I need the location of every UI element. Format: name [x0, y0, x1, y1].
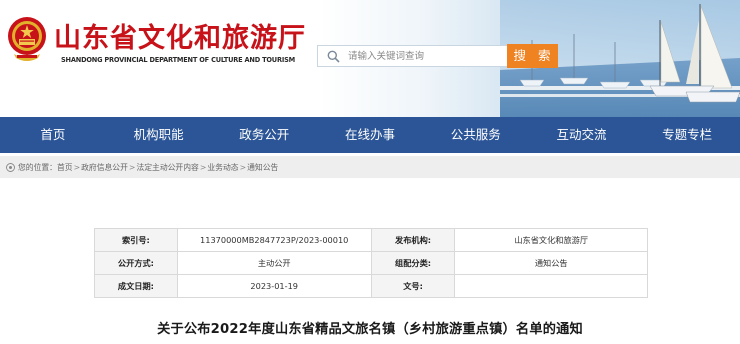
site-subtitle: SHANDONG PROVINCIAL DEPARTMENT OF CULTUR…	[61, 56, 295, 64]
written-date-value: 2023-01-19	[176, 274, 372, 298]
national-emblem-logo	[8, 17, 46, 61]
disclosure-method-label: 公开方式:	[94, 251, 178, 275]
breadcrumb-business-news[interactable]: 业务动态	[207, 162, 238, 173]
document-number-label: 文号:	[370, 274, 456, 298]
breadcrumb-separator: >	[73, 162, 81, 172]
document-number-value	[454, 274, 648, 298]
breadcrumb-notices[interactable]: 通知公告	[247, 162, 278, 173]
category-value: 通知公告	[454, 251, 648, 275]
index-number-label: 索引号:	[94, 228, 178, 252]
breadcrumb-home[interactable]: 首页	[57, 162, 73, 173]
nav-item-functions[interactable]: 机构职能	[106, 117, 212, 153]
nav-item-interaction[interactable]: 互动交流	[529, 117, 635, 153]
site-header: 山东省文化和旅游厅 SHANDONG PROVINCIAL DEPARTMENT…	[0, 0, 740, 117]
breadcrumb: 您的位置： 首页 > 政府信息公开 > 法定主动公开内容 > 业务动态 > 通知…	[0, 156, 740, 178]
nav-item-public-services[interactable]: 公共服务	[423, 117, 529, 153]
document-title: 关于公布2022年度山东省精品文旅名镇（乡村旅游重点镇）名单的通知	[157, 322, 583, 337]
nav-item-online-services[interactable]: 在线办事	[317, 117, 423, 153]
table-row: 成文日期: 2023-01-19 文号:	[94, 274, 648, 298]
breadcrumb-separator: >	[239, 162, 247, 172]
breadcrumb-prefix: 您的位置：	[18, 162, 57, 172]
breadcrumb-separator: >	[128, 162, 136, 172]
written-date-label: 成文日期:	[94, 274, 178, 298]
location-icon	[6, 162, 15, 172]
category-label: 组配分类:	[370, 251, 456, 275]
nav-item-home[interactable]: 首页	[0, 117, 106, 153]
index-number-value: 11370000MB2847723P/2023-00010	[176, 228, 372, 252]
search-input[interactable]	[348, 48, 498, 65]
breadcrumb-separator: >	[199, 162, 207, 172]
search-box	[317, 45, 507, 67]
disclosure-method-value: 主动公开	[176, 251, 372, 275]
main-nav: 首页 机构职能 政务公开 在线办事 公共服务 互动交流 专题专栏	[0, 117, 740, 153]
table-row: 公开方式: 主动公开 组配分类: 通知公告	[94, 251, 648, 275]
search-icon	[327, 50, 340, 63]
breadcrumb-gov-info[interactable]: 政府信息公开	[81, 162, 128, 173]
site-title: 山东省文化和旅游厅	[54, 23, 306, 54]
document-meta-table: 索引号: 11370000MB2847723P/2023-00010 发布机构:…	[94, 228, 648, 298]
publisher-label: 发布机构:	[370, 228, 456, 252]
publisher-value: 山东省文化和旅游厅	[454, 228, 648, 252]
nav-item-government-affairs[interactable]: 政务公开	[211, 117, 317, 153]
breadcrumb-statutory-content[interactable]: 法定主动公开内容	[136, 162, 198, 173]
table-row: 索引号: 11370000MB2847723P/2023-00010 发布机构:…	[94, 228, 648, 252]
nav-item-special-topics[interactable]: 专题专栏	[634, 117, 740, 153]
search-button[interactable]: 搜 索	[507, 44, 558, 68]
